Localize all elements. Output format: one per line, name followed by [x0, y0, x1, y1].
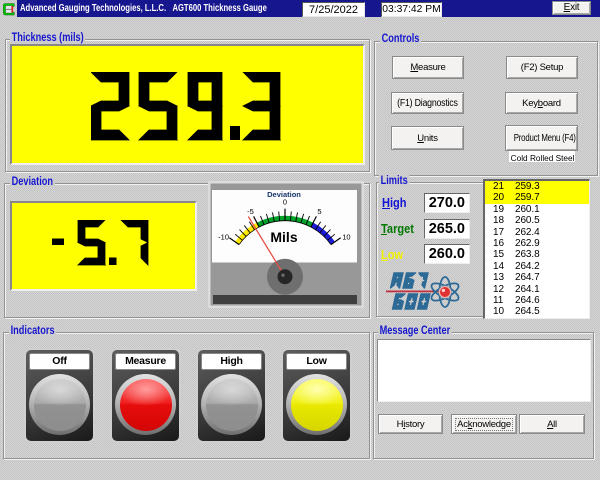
- svg-text:Mils: Mils: [270, 229, 297, 245]
- svg-text:10: 10: [342, 233, 350, 242]
- svg-text:-10: -10: [218, 233, 229, 242]
- svg-text:-5: -5: [247, 207, 254, 216]
- svg-text:0: 0: [283, 198, 287, 207]
- svg-text:5: 5: [317, 207, 321, 216]
